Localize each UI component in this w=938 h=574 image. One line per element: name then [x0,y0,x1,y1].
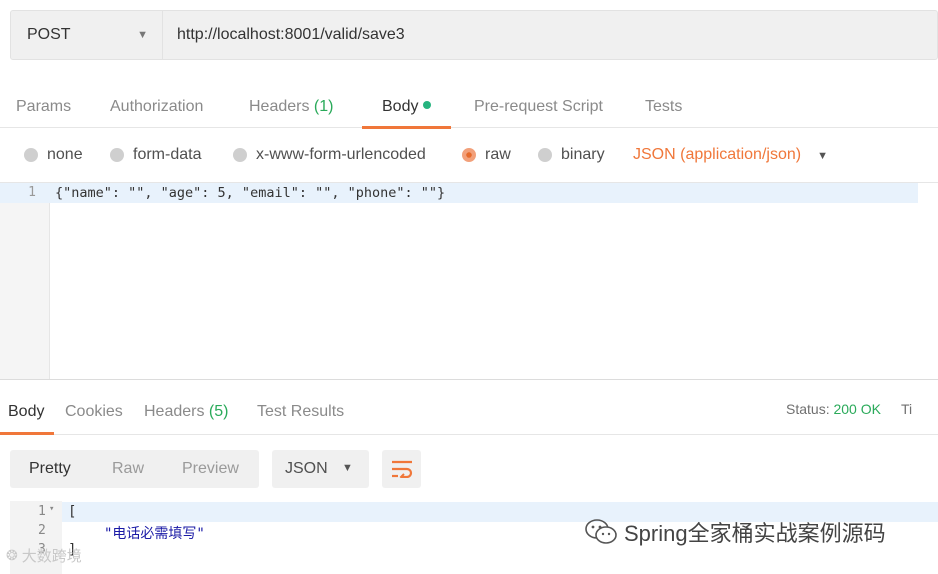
radio-selected-icon [462,148,476,162]
wrap-lines-icon [391,460,412,478]
watermark-text: 大数跨境 [21,548,82,565]
view-raw-button[interactable]: Raw [112,460,144,478]
response-tab-body[interactable]: Body [0,403,55,435]
fold-arrow-icon[interactable]: ▾ [49,504,54,514]
content-type-label: JSON (application/json) [633,146,802,163]
url-text: http://localhost:8001/valid/save3 [177,26,405,43]
view-preview-button[interactable]: Preview [182,460,239,478]
chevron-down-icon: ▼ [817,150,828,162]
line-number: 1 [28,185,36,200]
tab-body[interactable]: Body [362,88,452,129]
radio-circle-icon [233,148,247,162]
tab-label: Tests [645,98,683,115]
url-input[interactable]: http://localhost:8001/valid/save3 [163,11,937,59]
radio-circle-icon [110,148,124,162]
tab-label: Test Results [257,403,345,420]
body-type-options: none form-data x-www-form-urlencoded raw… [0,140,938,172]
response-tab-test-results[interactable]: Test Results [257,403,344,421]
editor-gutter [0,183,50,379]
tab-headers[interactable]: Headers (1) [249,88,333,128]
response-code-line: "电话必需填写" [104,526,205,542]
format-label: JSON [285,460,328,477]
radio-circle-icon [538,148,552,162]
headers-count-badge: (1) [313,98,334,115]
tab-label: Headers [249,98,314,115]
method-label: POST [27,26,71,43]
format-select[interactable]: JSON ▼ [272,450,369,488]
request-tabs: Params Authorization Headers (1) Body Pr… [0,88,938,129]
tab-label: Cookies [65,403,123,420]
request-bar: POST ▼ http://localhost:8001/valid/save3 [10,10,938,60]
radio-label: x-www-form-urlencoded [256,146,426,163]
tab-authorization[interactable]: Authorization [110,88,203,128]
tab-label: Authorization [110,98,204,115]
content-type-dropdown[interactable]: JSON (application/json) ▼ [633,146,828,164]
tab-tests[interactable]: Tests [645,88,682,128]
radio-label: form-data [133,146,202,163]
tab-label: Body [382,98,419,115]
time-label: Ti [900,401,913,417]
tab-label: Params [16,98,72,115]
tab-params[interactable]: Params [16,88,71,128]
wechat-icon [585,519,617,544]
view-pretty-button[interactable]: Pretty [29,460,71,478]
line-number: 2 [38,523,46,538]
tab-label: Body [8,403,45,420]
status-label: Status: [786,401,834,417]
chevron-down-icon: ▼ [342,462,353,474]
view-mode-group: Pretty Raw Preview [10,450,259,488]
response-status: Status: 200 OK Ti [786,401,912,417]
radio-circle-icon [24,148,38,162]
watermark-right: Spring全家桶实战案例源码 [584,516,886,548]
radio-label: raw [485,146,511,163]
radio-binary[interactable]: binary [538,146,605,164]
response-tab-headers[interactable]: Headers (5) [144,403,228,421]
radio-form-data[interactable]: form-data [110,146,201,164]
chevron-down-icon: ▼ [137,29,148,41]
method-select[interactable]: POST ▼ [11,11,163,59]
headers-count-badge: (5) [208,403,229,420]
radio-raw[interactable]: raw [462,146,511,164]
response-tabs: Body Cookies Headers (5) Test Results St… [0,393,938,435]
status-value: 200 OK [833,401,881,417]
tab-label: Pre-request Script [474,98,603,115]
active-dot-icon [423,101,432,109]
request-body-editor[interactable]: 1 {"name": "", "age": 5, "email": "", "p… [0,182,938,380]
active-tab-underline [0,432,55,435]
tab-label: Headers [144,403,209,420]
watermark-text: Spring全家桶实战案例源码 [624,521,886,546]
radio-label: none [47,146,83,163]
watermark-left: ❂ 大数跨境 [6,545,82,566]
tab-pre-request-script[interactable]: Pre-request Script [474,88,603,128]
request-body-code: {"name": "", "age": 5, "email": "", "pho… [55,185,446,201]
radio-label: binary [561,146,605,163]
response-tab-cookies[interactable]: Cookies [65,403,123,421]
watermark-logo-icon: ❂ [6,547,18,563]
wrap-lines-button[interactable] [382,450,421,488]
radio-none[interactable]: none [24,146,83,164]
line-number: 1 [38,504,46,519]
active-tab-underline [362,126,452,129]
radio-urlencoded[interactable]: x-www-form-urlencoded [233,146,426,164]
response-code-line: [ [68,504,77,520]
